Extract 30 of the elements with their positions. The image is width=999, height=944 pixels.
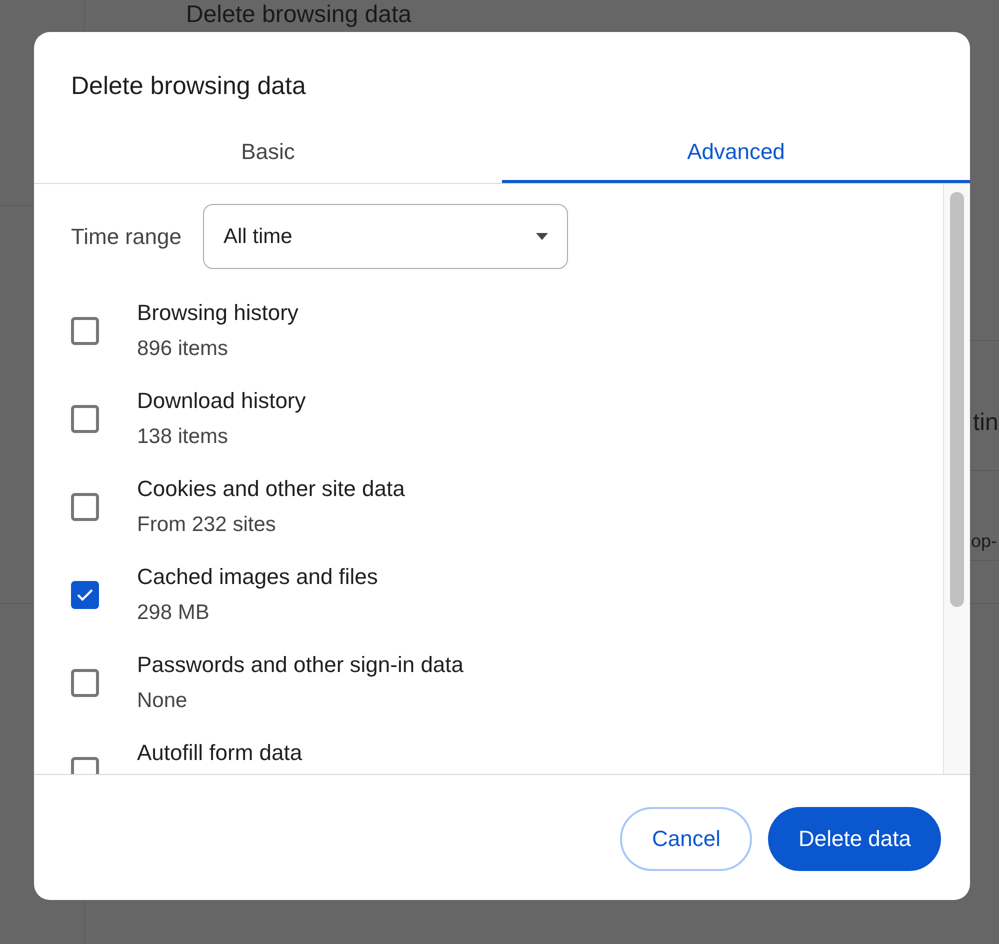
text-fragment: tin bbox=[973, 408, 998, 438]
checkmark-icon bbox=[76, 588, 94, 602]
option-label: Cookies and other site data bbox=[137, 475, 405, 503]
option-detail: None bbox=[137, 688, 188, 714]
dropdown-value: All time bbox=[223, 224, 292, 250]
option-detail: 138 items bbox=[137, 424, 230, 450]
page-heading: Delete browsing data bbox=[186, 1, 412, 29]
caret-icon bbox=[536, 233, 548, 240]
option-label: Browsing history bbox=[137, 299, 298, 327]
option-label: Cached images and files bbox=[137, 563, 378, 591]
delete-button[interactable]: Delete data bbox=[768, 806, 941, 870]
tab[interactable]: Basic bbox=[34, 120, 502, 183]
time-range-dropdown[interactable]: All time bbox=[203, 204, 568, 269]
tab[interactable]: Advanced bbox=[502, 120, 970, 183]
option-label: Autofill form data bbox=[137, 739, 302, 767]
dialog-title: Delete browsing data bbox=[70, 71, 307, 102]
checkbox[interactable] bbox=[71, 669, 99, 697]
checkbox[interactable] bbox=[71, 581, 99, 609]
scrollbar[interactable] bbox=[943, 184, 970, 774]
option-label: Download history bbox=[137, 387, 306, 415]
field-label: Time range bbox=[71, 223, 182, 251]
checkbox[interactable] bbox=[71, 405, 99, 433]
option-detail: 298 MB bbox=[137, 600, 210, 626]
checkbox[interactable] bbox=[71, 317, 99, 345]
option-detail: From 232 sites bbox=[137, 512, 277, 538]
option-label: Passwords and other sign-in data bbox=[137, 651, 464, 679]
checkbox[interactable] bbox=[71, 493, 99, 521]
text-fragment: op- bbox=[971, 530, 998, 553]
cancel-button[interactable]: Cancel bbox=[620, 806, 752, 870]
option-detail: 896 items bbox=[137, 336, 230, 362]
